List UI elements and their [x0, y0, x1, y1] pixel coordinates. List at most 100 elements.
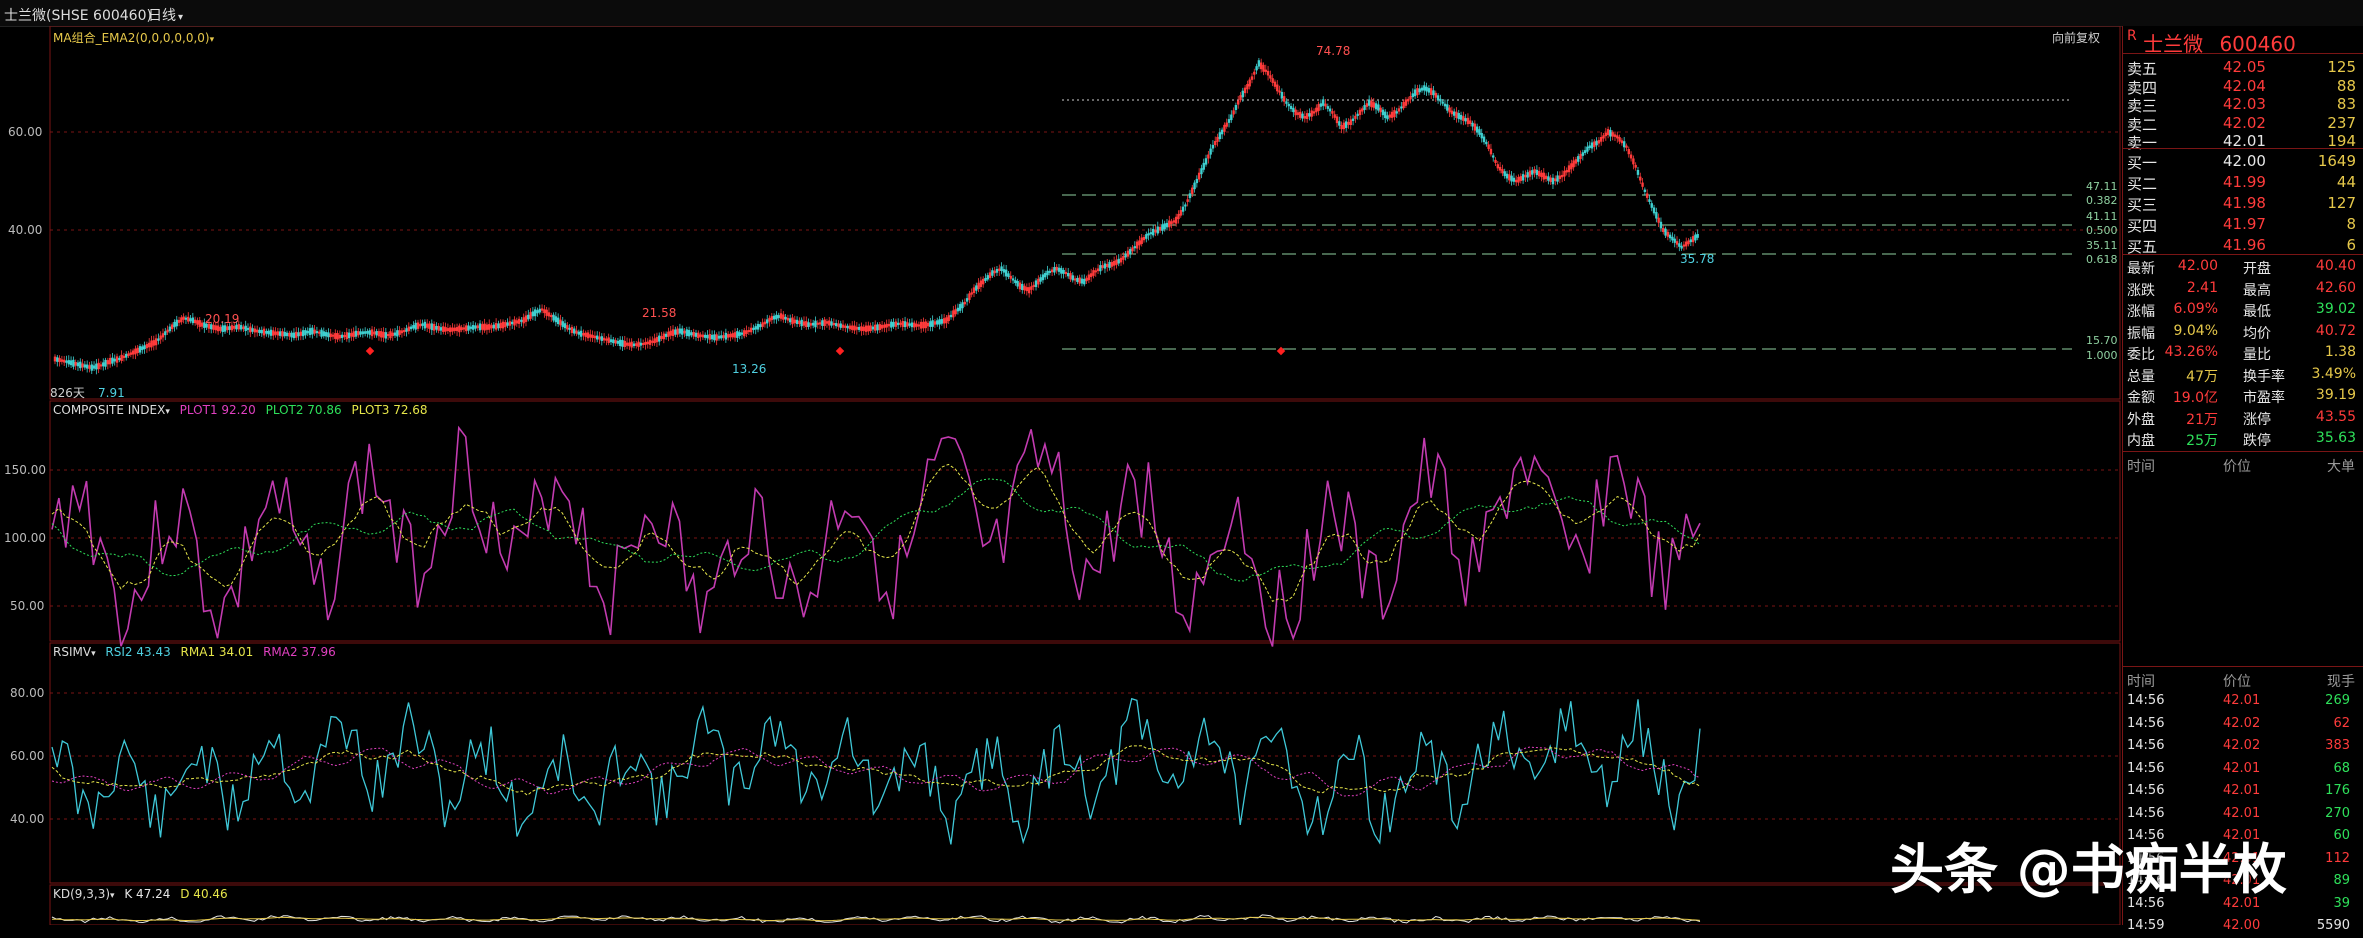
tick-row[interactable]: 14:56 42.01 269 [2123, 691, 2363, 713]
kd-legend[interactable]: KD(9,3,3)▾ K 47.24 D 40.46 [53, 887, 228, 901]
quote-marker: R [2127, 28, 2137, 44]
tick-volume: 176 [2325, 783, 2350, 798]
y-tick-composite-150: 150.00 [4, 463, 46, 477]
stat-label: 最低 [2243, 304, 2271, 320]
fib-label-1000: 1.000 [2086, 349, 2118, 362]
y-tick-rsi-40: 40.00 [10, 812, 45, 826]
stat-label: 最新 [2127, 261, 2155, 277]
chart-canvas[interactable] [0, 26, 2122, 925]
tick-volume: 39 [2333, 895, 2350, 911]
divider [2123, 148, 2363, 149]
bid-row[interactable]: 买五 41.96 6 [2123, 234, 2363, 256]
tick-price: 42.02 [2223, 715, 2261, 731]
tick-volume: 270 [2325, 805, 2350, 821]
stat-label: 均价 [2243, 325, 2271, 342]
tick-volume: 60 [2333, 828, 2350, 843]
tick-volume: 89 [2333, 873, 2350, 888]
stat-value: 25万 [2186, 433, 2218, 449]
bid-label: 买四 [2127, 217, 2158, 235]
stat-value: 43.55 [2315, 408, 2356, 425]
stat-value: 39.02 [2315, 301, 2356, 317]
bid-row[interactable]: 买三 41.98 127 [2123, 192, 2363, 214]
price-series [53, 57, 1699, 375]
tick-row[interactable]: 14:56 42.02 383 [2123, 736, 2363, 758]
tick-time: 14:56 [2127, 693, 2165, 708]
bid-label: 买一 [2127, 154, 2158, 172]
ticks-vol: 现手 [2327, 674, 2355, 690]
stock-title[interactable]: 士兰微(SHSE 600460) [4, 5, 152, 25]
ask-volume: 125 [2327, 58, 2356, 76]
rsi-legend[interactable]: RSIMV▾ RSI2 43.43 RMA1 34.01 RMA2 37.96 [53, 645, 336, 659]
bid-volume: 127 [2327, 194, 2356, 212]
ma-indicator-text: MA组合_EMA2(0,0,0,0,0,0) [53, 31, 210, 45]
tick-row[interactable]: 14:56 42.01 68 [2123, 759, 2363, 781]
watermark: 头条 @书痴半枚 [1890, 838, 2287, 901]
chevron-down-icon: ▾ [178, 12, 184, 23]
bid-row[interactable]: 买二 41.99 44 [2123, 171, 2363, 193]
adjust-label[interactable]: 向前复权 [2052, 29, 2100, 46]
bid-volume: 44 [2336, 173, 2356, 191]
period-selector[interactable]: 日线 ▾ [148, 5, 183, 25]
ask-volume: 237 [2327, 113, 2356, 132]
stat-value: 40.40 [2315, 258, 2356, 274]
stat-label: 外盘 [2127, 411, 2155, 428]
divider [2123, 53, 2363, 54]
period-label: 日线 [148, 8, 176, 24]
stats-row: 涨跌 2.41 最高 42.60 [2123, 278, 2363, 300]
bid-row[interactable]: 买一 42.00 1649 [2123, 150, 2363, 172]
chevron-down-icon: ▾ [110, 891, 115, 901]
fib-label-35-11: 35.11 [2086, 239, 2118, 252]
top-bar: 士兰微(SHSE 600460) 日线 ▾ [0, 0, 2363, 27]
ask-price: 42.04 [2223, 76, 2266, 95]
composite-plot2: PLOT2 70.86 [265, 403, 342, 417]
kd-title: KD(9,3,3) [53, 887, 111, 901]
bid-volume: 1649 [2317, 152, 2356, 170]
composite-panel-frame [49, 400, 2121, 642]
divider [2123, 666, 2363, 667]
stat-label: 总量 [2127, 368, 2155, 385]
bid-row[interactable]: 买四 41.97 8 [2123, 213, 2363, 235]
stat-value: 1.38 [2324, 344, 2356, 360]
tick-time: 14:59 [2127, 918, 2165, 933]
ma-indicator-label[interactable]: MA组合_EMA2(0,0,0,0,0,0)▾ [53, 29, 214, 46]
tick-volume: 62 [2333, 715, 2350, 731]
signal-diamond [365, 346, 375, 356]
stat-value: 40.72 [2315, 322, 2356, 339]
ticks-time: 时间 [2127, 674, 2155, 690]
fib-label-0382: 0.382 [2086, 194, 2118, 207]
tick-volume: 5590 [2316, 918, 2350, 933]
stats-row: 总量 47万 换手率 3.49% [2123, 364, 2363, 386]
chart-area[interactable]: MA组合_EMA2(0,0,0,0,0,0)▾ 向前复权 60.00 40.00… [0, 26, 2122, 925]
annotation-days: 826天 [50, 386, 85, 400]
bid-volume: 6 [2346, 236, 2356, 254]
composite-legend[interactable]: COMPOSITE INDEX▾ PLOT1 92.20 PLOT2 70.86… [53, 403, 428, 417]
stat-label: 跌停 [2243, 433, 2271, 449]
tick-row[interactable]: 14:56 42.02 62 [2123, 714, 2363, 736]
tick-row[interactable]: 14:59 42.00 5590 [2123, 916, 2363, 938]
stat-label: 委比 [2127, 347, 2155, 363]
tick-row[interactable]: 14:56 42.01 176 [2123, 781, 2363, 803]
fib-label-41-11: 41.11 [2086, 210, 2118, 223]
rsi2-line [51, 697, 1701, 845]
stats-row: 内盘 25万 跌停 35.63 [2123, 428, 2363, 450]
bid-label: 买三 [2127, 196, 2158, 214]
stat-label: 涨幅 [2127, 304, 2155, 320]
bid-label: 买二 [2127, 175, 2158, 193]
tick-time: 14:56 [2127, 738, 2165, 753]
rma2-line [51, 746, 1701, 797]
divider [2123, 254, 2363, 255]
ask-volume: 88 [2336, 76, 2356, 95]
chevron-down-icon: ▾ [91, 649, 96, 659]
fib-label-0618: 0.618 [2086, 253, 2118, 266]
tick-row[interactable]: 14:56 42.01 270 [2123, 804, 2363, 826]
rsi-title: RSIMV [53, 645, 92, 659]
composite-plot3: PLOT3 72.68 [351, 403, 428, 417]
ask-volume: 83 [2336, 95, 2356, 113]
bid-volume: 8 [2346, 215, 2356, 233]
stat-value: 42.00 [2177, 258, 2218, 274]
stat-value: 2.41 [2186, 279, 2218, 296]
composite-series [51, 425, 1701, 647]
tick-time: 14:56 [2127, 760, 2165, 776]
composite-plot1: PLOT1 92.20 [179, 403, 256, 417]
chevron-down-icon: ▾ [209, 35, 215, 45]
